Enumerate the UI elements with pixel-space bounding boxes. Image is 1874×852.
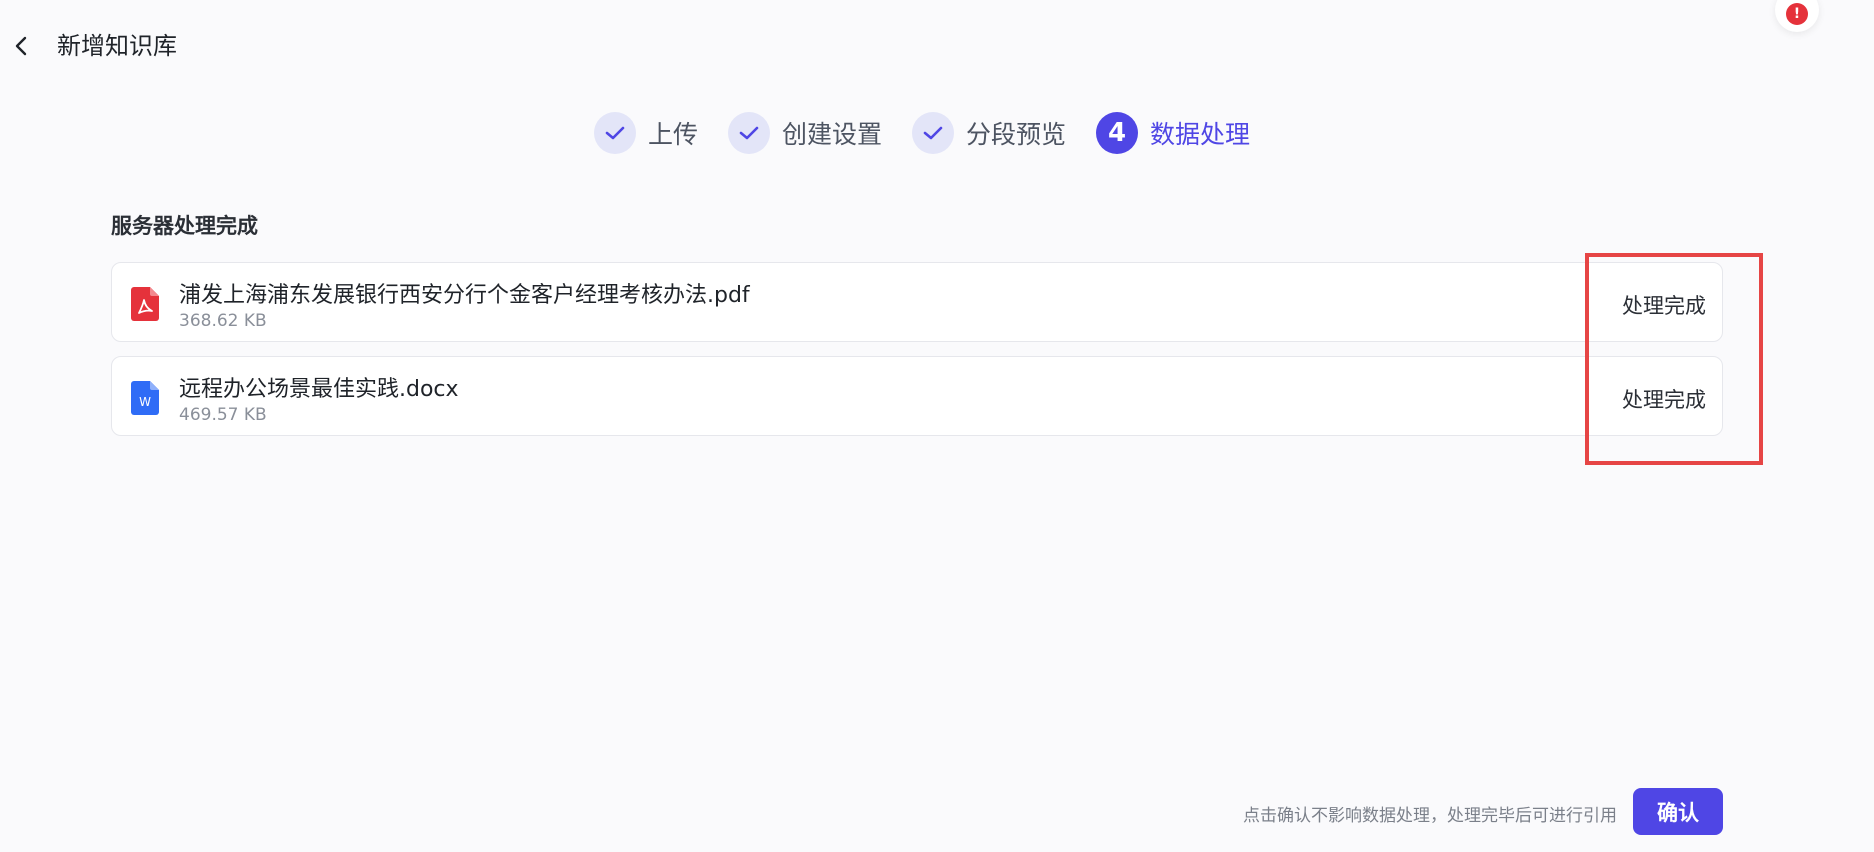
confirm-button[interactable]: 确认: [1633, 788, 1723, 835]
section-title: 服务器处理完成: [111, 214, 258, 238]
check-icon: [912, 112, 955, 154]
step-label: 上传: [648, 120, 699, 149]
file-list: 浦发上海浦东发展银行西安分行个金客户经理考核办法.pdf 368.62 KB 处…: [111, 262, 1723, 450]
file-name: 远程办公场景最佳实践.docx: [179, 377, 459, 402]
step-number: 4: [1096, 112, 1139, 154]
step-segment-preview: 分段预览: [912, 112, 1066, 154]
check-icon: [728, 112, 771, 154]
footer-hint: 点击确认不影响数据处理，处理完毕后可进行引用: [1243, 806, 1617, 826]
header-bar: 新增知识库 !: [0, 0, 1874, 92]
file-row: 浦发上海浦东发展银行西安分行个金客户经理考核办法.pdf 368.62 KB 处…: [111, 262, 1723, 342]
stepper: 上传 创建设置 分段预览 4 数据处理: [594, 111, 1280, 155]
step-label: 数据处理: [1150, 120, 1251, 149]
notification-badge[interactable]: !: [1775, 0, 1819, 32]
back-button[interactable]: [8, 30, 34, 62]
file-status: 处理完成: [1622, 294, 1706, 318]
step-label: 分段预览: [966, 120, 1067, 149]
file-size: 469.57 KB: [179, 405, 267, 425]
step-data-processing: 4 数据处理: [1096, 112, 1250, 154]
file-row: W 远程办公场景最佳实践.docx 469.57 KB 处理完成: [111, 356, 1723, 436]
alert-icon: !: [1786, 3, 1808, 25]
page-title: 新增知识库: [57, 32, 177, 60]
svg-text:W: W: [139, 395, 151, 409]
step-create-settings: 创建设置: [728, 112, 882, 154]
word-file-icon: W: [131, 381, 159, 415]
pdf-file-icon: [131, 287, 159, 321]
file-name: 浦发上海浦东发展银行西安分行个金客户经理考核办法.pdf: [179, 283, 750, 308]
check-icon: [594, 112, 636, 154]
chevron-left-icon: [15, 36, 27, 56]
step-label: 创建设置: [782, 120, 883, 149]
file-size: 368.62 KB: [179, 311, 267, 331]
step-upload: 上传: [594, 112, 698, 154]
file-status: 处理完成: [1622, 388, 1706, 412]
